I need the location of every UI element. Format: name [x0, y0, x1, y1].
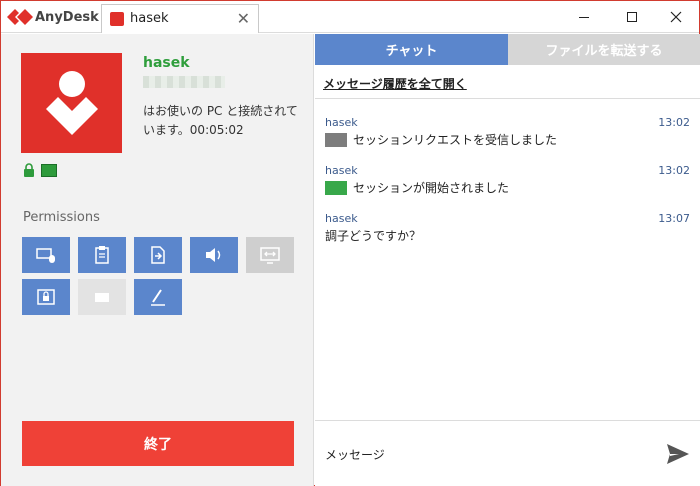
session-started-icon: [325, 180, 347, 195]
camera-icon: [95, 293, 109, 302]
message-time: 13:02: [658, 116, 690, 129]
tab-chat[interactable]: チャット: [315, 34, 508, 65]
switch-sides-icon: [260, 247, 280, 264]
message-sender: hasek: [325, 164, 358, 177]
message-body: 調子どうですか？: [325, 229, 422, 243]
perm-draw-button[interactable]: [134, 279, 182, 315]
app-title: AnyDesk: [35, 10, 99, 25]
history-bar: メッセージ履歴を全て開く: [315, 65, 700, 99]
lock-screen-icon: [37, 289, 55, 305]
file-transfer-icon: [151, 246, 165, 264]
message-sender: hasek: [325, 212, 358, 225]
perm-clipboard-button[interactable]: [78, 237, 126, 273]
perm-camera-button[interactable]: [78, 279, 126, 315]
avatar-chevron-icon: [46, 97, 98, 135]
perm-sound-button[interactable]: [190, 237, 238, 273]
screen-check-icon: [41, 164, 57, 177]
message-text: セッションリクエストを受信しました: [325, 131, 557, 148]
message-time: 13:07: [658, 212, 690, 225]
lock-icon: [24, 163, 34, 177]
message-time: 13:02: [658, 164, 690, 177]
chat-panel: チャット ファイルを転送する メッセージ履歴を全て開く hasek 13:02 …: [315, 34, 700, 486]
tab-file-transfer[interactable]: ファイルを転送する: [508, 34, 700, 65]
user-id-blurred: [143, 76, 225, 88]
message-input-bar: [315, 420, 700, 486]
permissions-heading: Permissions: [23, 210, 100, 225]
message-input[interactable]: [325, 444, 645, 466]
draw-icon: [151, 289, 165, 306]
user-name: hasek: [143, 55, 190, 71]
keyboard-mouse-icon: [36, 248, 55, 263]
avatar: [21, 53, 122, 153]
maximize-button[interactable]: [609, 1, 655, 33]
maximize-icon: [627, 12, 637, 22]
sound-icon: [206, 248, 221, 262]
send-icon[interactable]: [665, 441, 691, 467]
open-history-link[interactable]: メッセージ履歴を全て開く: [323, 75, 467, 92]
end-session-button[interactable]: 終了: [22, 421, 294, 466]
close-icon: [670, 11, 682, 23]
tab-close-icon[interactable]: ✕: [237, 9, 250, 28]
perm-lock-screen-button[interactable]: [22, 279, 70, 315]
perm-keyboard-mouse-button[interactable]: [22, 237, 70, 273]
session-tab-label: hasek: [130, 11, 169, 26]
session-tab[interactable]: hasek ✕: [101, 4, 259, 33]
minimize-button[interactable]: [561, 1, 607, 33]
anydesk-window: AnyDesk hasek ✕ hasek はお使いの PC と接続されています…: [0, 0, 700, 486]
anydesk-logo-icon: [7, 9, 33, 25]
minimize-icon: [579, 16, 589, 18]
session-tab-icon: [110, 12, 124, 26]
title-bar: AnyDesk hasek ✕: [1, 1, 699, 33]
message-text: セッションが開始されました: [325, 179, 509, 196]
connection-status: はお使いの PC と接続されています。00:05:02: [143, 104, 298, 137]
message-sender: hasek: [325, 116, 358, 129]
avatar-head-icon: [59, 71, 85, 97]
message-body: セッションが開始されました: [353, 181, 510, 195]
message-body: セッションリクエストを受信しました: [353, 133, 558, 147]
session-request-icon: [325, 132, 347, 147]
session-info-panel: hasek はお使いの PC と接続されています。00:05:02 Permis…: [1, 34, 314, 486]
close-button[interactable]: [653, 1, 699, 33]
perm-file-transfer-button[interactable]: [134, 237, 182, 273]
message-text: 調子どうですか？: [325, 227, 421, 244]
clipboard-icon: [95, 246, 109, 264]
chat-tabs: チャット ファイルを転送する: [315, 34, 700, 65]
perm-switch-sides-button[interactable]: [246, 237, 294, 273]
